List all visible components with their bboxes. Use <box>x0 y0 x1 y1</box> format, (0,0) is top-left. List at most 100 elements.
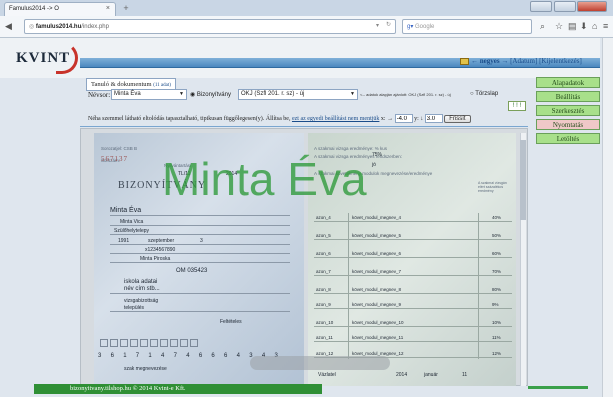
back-icon[interactable]: ◀ <box>5 21 12 32</box>
separator <box>80 126 528 127</box>
tab-title: Famulus2014 -> O <box>9 6 59 12</box>
maximize-button[interactable] <box>553 1 576 12</box>
search-input[interactable]: g▾ Google <box>402 19 532 34</box>
reload-icon[interactable]: ↻ <box>386 21 391 28</box>
module-code: azon_6 <box>316 251 331 256</box>
closing-city: Vázlatel <box>318 372 336 378</box>
logout-link[interactable]: [Kijelentkezés] <box>539 57 582 65</box>
adatum-link[interactable]: [Adatum] <box>510 57 537 65</box>
browser-navbar: ◀ ◎ famulus2014.hu/index.php ▾ ↻ g▾ Goog… <box>0 16 613 38</box>
result-grade: jó <box>372 162 376 168</box>
digit-box <box>160 339 168 347</box>
module-code: azon_5 <box>316 233 331 238</box>
module-percent: 50% <box>492 233 502 238</box>
offset-text: Néha szemmel látható eltolódás tapasztal… <box>88 115 291 122</box>
module-name: követ_modul_megnev_4 <box>352 215 402 220</box>
module-percent: 40% <box>492 215 502 220</box>
recommendation-note: <-- adatok alapján ajánlott: OKJ (Szfl 2… <box>360 92 451 97</box>
x-offset-input[interactable] <box>394 114 413 123</box>
header-links: ← negyes → [Adatum] [Kijelentkezés] <box>460 57 582 65</box>
footer-accent <box>528 386 588 389</box>
alert-button[interactable]: ! ! ! <box>508 101 526 111</box>
menu-szerkesztes[interactable]: Szerkesztés <box>536 105 600 116</box>
underline <box>110 311 290 312</box>
module-percent: 9% <box>492 302 499 307</box>
bookmark-star-icon[interactable]: ☆ <box>555 21 563 32</box>
home-icon[interactable]: ⌂ <box>592 21 597 31</box>
search-icon[interactable]: ⌕ <box>540 21 545 32</box>
watermark-name: Minta Éva <box>162 153 367 205</box>
radio-bizonyitvany[interactable]: ◉ Bizonyítvány <box>190 91 231 98</box>
table-divider <box>348 213 349 359</box>
digit-box <box>130 339 138 347</box>
radio-torzslap-label: Törzslap <box>475 91 499 97</box>
module-name: követ_modul_megnev_7 <box>352 269 402 274</box>
url-bar[interactable]: ◎ famulus2014.hu/index.php ▾ ↻ <box>24 19 396 34</box>
url-host: famulus2014.hu <box>35 24 82 30</box>
underline <box>110 225 290 226</box>
refresh-button[interactable]: Frissít <box>444 114 471 123</box>
student-select[interactable]: Minta Éva ▼ <box>111 89 187 100</box>
module-percent: 11% <box>492 335 501 340</box>
serial-number: 567137 <box>101 155 128 163</box>
page-scrollbar[interactable] <box>602 38 613 397</box>
footer-bar: bizonyitvany.tilshop.hu © 2014 Kvint-e K… <box>34 384 322 394</box>
x-label: x: <box>380 115 386 122</box>
menu-nyomtatas[interactable]: Nyomtatás <box>536 119 600 130</box>
grade-word: Feltételes <box>220 319 242 325</box>
underline <box>110 234 290 235</box>
bookmarks-icon[interactable]: ▤ <box>568 21 577 32</box>
om-number: OM 035423 <box>176 268 208 274</box>
tab-label: Tanuló & dokumentum <box>91 81 152 88</box>
menu-beallitas[interactable]: Beállítás <box>536 91 600 102</box>
tab-close-icon[interactable]: × <box>106 5 110 12</box>
module-name: követ_modul_megnev_8 <box>352 287 402 292</box>
x-arrow-icon: → <box>387 115 394 122</box>
table-row: azon_5 követ_modul_megnev_5 50% <box>314 231 512 240</box>
table-row: azon_6 követ_modul_megnev_6 60% <box>314 249 512 258</box>
document-type-select[interactable]: OKJ (Szfl 201. r. sz) - új ▼ <box>238 89 358 100</box>
dropdown-icon[interactable]: ▾ <box>376 22 379 29</box>
module-name: követ_modul_megnev_6 <box>352 251 402 256</box>
search-placeholder: Google <box>415 24 435 30</box>
offset-link[interactable]: ezt az egyedi beállítást nem mentjük <box>292 116 379 122</box>
underline <box>110 253 290 254</box>
module-code: azon_9 <box>316 302 331 307</box>
menu-alapadatok[interactable]: Alapadatok <box>536 77 600 88</box>
exam-board: vizsgabizottság <box>124 298 159 304</box>
module-code: azon_10 <box>316 320 334 325</box>
menu-letoltes[interactable]: Letöltés <box>536 133 600 144</box>
window-controls <box>530 0 610 14</box>
student-name: Minta Éva <box>110 207 142 214</box>
search-engine-icon: g▾ <box>407 24 416 30</box>
module-code: azon_11 <box>316 335 333 340</box>
digit-box <box>150 339 158 347</box>
minimize-button[interactable] <box>530 1 552 12</box>
table-row: azon_10 követ_modul_megnev_10 10% <box>314 318 512 327</box>
school-data: iskola adatai <box>124 279 158 285</box>
download-icon[interactable]: ⬇ <box>580 21 588 32</box>
close-window-button[interactable] <box>577 1 608 12</box>
qualification-name: szak megnevezése <box>124 366 167 372</box>
menu-icon[interactable]: ≡ <box>603 21 608 31</box>
y-offset-input[interactable] <box>424 114 443 123</box>
tab-count: (11 adat) <box>153 83 171 88</box>
table-divider <box>478 213 479 359</box>
module-percent: 10% <box>492 320 502 325</box>
result-percent: 75% <box>372 152 383 158</box>
digit-box <box>100 339 108 347</box>
underline <box>110 244 290 245</box>
new-tab-button[interactable]: + <box>120 3 132 14</box>
negyes-link[interactable]: ← negyes → <box>471 57 508 65</box>
chevron-down-icon: ▼ <box>179 91 184 97</box>
module-percent: 70% <box>492 269 502 274</box>
module-percent: 60% <box>492 251 502 256</box>
browser-tab[interactable]: Famulus2014 -> O × <box>4 2 116 16</box>
preview-scroll-thumb[interactable] <box>520 140 526 220</box>
radio-unchecked-icon: ○ <box>470 91 474 97</box>
percent-column-head: A szakmai vizsgán elért százalékos eredm… <box>478 181 507 193</box>
result-label: A szakmai vizsga eredménye: % kus <box>314 146 388 151</box>
module-name: követ_modul_megnev_5 <box>352 233 402 238</box>
url-path: /index.php <box>81 24 109 30</box>
radio-torzslap[interactable]: ○ Törzslap <box>470 91 498 97</box>
